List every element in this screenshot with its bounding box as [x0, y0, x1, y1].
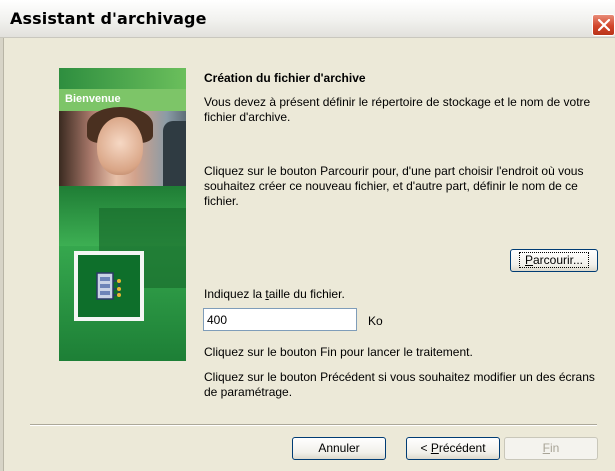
archive-icon-frame: [74, 251, 144, 321]
page-heading: Création du fichier d'archive: [204, 71, 366, 85]
size-label-post: aille du fichier.: [268, 287, 345, 301]
browse-label-accel: P: [524, 253, 533, 267]
previous-label-accel: P: [430, 441, 439, 455]
file-size-input[interactable]: 400: [203, 308, 357, 331]
welcome-label: Bienvenue: [65, 93, 121, 105]
browse-instruction-text: Cliquez sur le bouton Parcourir pour, d'…: [204, 164, 584, 208]
footer-separator: [30, 424, 597, 426]
cancel-button[interactable]: Annuler: [292, 437, 386, 460]
photo-face: [97, 117, 143, 175]
browse-button[interactable]: Parcourir...: [510, 249, 598, 272]
finish-label-post: in: [550, 441, 560, 455]
browse-button-label: Parcourir...: [518, 252, 590, 268]
window-title: Assistant d'archivage: [10, 9, 207, 28]
close-icon: [598, 19, 610, 31]
previous-label-pre: <: [420, 441, 431, 455]
finish-label-accel: F: [542, 441, 550, 455]
panel-photo: [59, 107, 186, 187]
wizard-side-panel: Bienvenue: [59, 68, 186, 361]
previous-instruction-text: Cliquez sur le bouton Précédent si vous …: [204, 370, 595, 399]
previous-button[interactable]: < Précédent: [406, 437, 500, 460]
size-label-pre: Indiquez la: [204, 287, 266, 301]
archive-icon: [96, 272, 121, 300]
panel-top-band: [59, 68, 186, 89]
size-unit-label: Ko: [368, 314, 383, 328]
photo-person: [163, 121, 186, 187]
finish-button[interactable]: Fin: [504, 437, 598, 460]
browse-label-post: arcourir...: [533, 253, 584, 267]
close-button[interactable]: [592, 14, 615, 36]
size-label: Indiquez la taille du fichier.: [204, 287, 604, 302]
previous-label-post: récédent: [438, 441, 486, 455]
title-bar[interactable]: Assistant d'archivage: [0, 0, 615, 38]
window-frame-left: [0, 38, 4, 471]
finish-instruction-text: Cliquez sur le bouton Fin pour lancer le…: [204, 345, 473, 359]
intro-text: Vous devez à présent définir le répertoi…: [204, 95, 591, 124]
